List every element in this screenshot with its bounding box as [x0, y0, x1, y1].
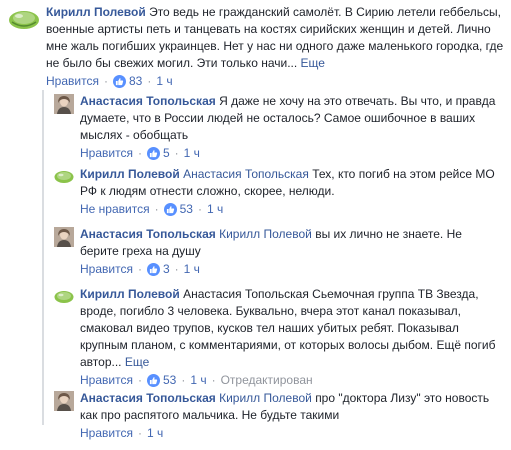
reply-item: Кирилл Полевой Анастасия Топольская Тех,… [54, 166, 504, 218]
like-button[interactable]: Нравится [80, 145, 133, 162]
reply-body: Анастасия Топольская Кирилл Полевой про … [80, 390, 504, 442]
green-leaf-avatar-icon[interactable] [54, 167, 74, 187]
separator-dot: · [197, 202, 202, 216]
comment-author-link[interactable]: Анастасия Топольская [80, 227, 216, 241]
tagged-user-link[interactable]: Анастасия Топольская [183, 167, 309, 181]
thumbs-up-icon [163, 203, 177, 216]
reply-item: Кирилл Полевой Анастасия Топольская Сьем… [54, 286, 504, 389]
separator-dot: · [137, 146, 142, 160]
separator-dot: · [137, 262, 142, 276]
reply-item: Анастасия Топольская Кирилл Полевой вы и… [54, 226, 504, 278]
reaction-count[interactable]: 5 [163, 145, 170, 162]
tagged-user-link[interactable]: Кирилл Полевой [219, 227, 312, 241]
like-button[interactable]: Нравится [80, 261, 133, 278]
woman-photo-avatar-icon[interactable] [54, 391, 74, 411]
tagged-user-link[interactable]: Кирилл Полевой [219, 391, 312, 405]
like-button[interactable]: Нравится [80, 425, 133, 442]
green-leaf-avatar-icon[interactable] [54, 287, 74, 307]
comment-actions: Не нравится · 53 · 1 ч [80, 201, 504, 218]
reply-body: Анастасия Топольская Кирилл Полевой вы и… [80, 226, 504, 278]
like-button[interactable]: Нравится [80, 372, 133, 389]
reply-item: Анастасия Топольская Кирилл Полевой про … [54, 390, 504, 442]
woman-photo-avatar-icon[interactable] [54, 94, 74, 114]
thumbs-up-icon [146, 263, 160, 276]
see-more-link[interactable]: Еще [125, 355, 149, 369]
comment-timestamp[interactable]: 1 ч [147, 425, 163, 442]
woman-photo-avatar-icon[interactable] [54, 227, 74, 247]
separator-dot: · [174, 262, 179, 276]
see-more-link[interactable]: Еще [301, 56, 325, 70]
unlike-button[interactable]: Не нравится [80, 201, 150, 218]
comment-author-link[interactable]: Анастасия Топольская [80, 391, 216, 405]
reply-thread-line [42, 90, 44, 425]
comment-author-link[interactable]: Кирилл Полевой [80, 287, 180, 301]
separator-dot: · [137, 373, 142, 387]
comment-actions: Нравится · 1 ч [80, 425, 504, 442]
reply-body: Кирилл Полевой Анастасия Топольская Сьем… [80, 286, 504, 389]
separator-dot: · [103, 74, 108, 88]
thumbs-up-icon [146, 374, 160, 387]
reaction-count[interactable]: 53 [180, 201, 193, 218]
comment-actions: Нравится · 53 · 1 ч · Отредактирован [80, 372, 504, 389]
thumbs-up-icon [146, 147, 160, 160]
comment-author-link[interactable]: Кирилл Полевой [46, 5, 146, 19]
comment-timestamp[interactable]: 1 ч [156, 73, 172, 90]
thumbs-up-icon [112, 75, 126, 88]
comment-timestamp[interactable]: 1 ч [190, 372, 206, 389]
separator-dot: · [154, 202, 159, 216]
reply-body: Анастасия Топольская Я даже не хочу на э… [80, 93, 504, 162]
comment-author-link[interactable]: Кирилл Полевой [80, 167, 180, 181]
reaction-count[interactable]: 3 [163, 261, 170, 278]
separator-dot: · [147, 74, 152, 88]
reaction-count[interactable]: 53 [163, 372, 176, 389]
comment-actions: Нравится · 3 · 1 ч [80, 261, 504, 278]
comment-author-link[interactable]: Анастасия Топольская [80, 94, 216, 108]
comment-item: Кирилл Полевой Это ведь не гражданский с… [8, 4, 504, 90]
comment-timestamp[interactable]: 1 ч [184, 261, 200, 278]
reply-body: Кирилл Полевой Анастасия Топольская Тех,… [80, 166, 504, 218]
reaction-count[interactable]: 83 [129, 73, 142, 90]
reply-item: Анастасия Топольская Я даже не хочу на э… [54, 93, 504, 162]
comment-actions: Нравится · 5 · 1 ч [80, 145, 504, 162]
separator-dot: · [211, 373, 216, 387]
green-leaf-avatar-icon[interactable] [8, 4, 40, 36]
comment-timestamp[interactable]: 1 ч [207, 201, 223, 218]
comment-timestamp[interactable]: 1 ч [184, 145, 200, 162]
separator-dot: · [137, 426, 142, 440]
comment-actions: Нравится · 83 · 1 ч [46, 73, 504, 90]
like-button[interactable]: Нравится [46, 73, 99, 90]
separator-dot: · [181, 373, 186, 387]
separator-dot: · [174, 146, 179, 160]
edited-label[interactable]: Отредактирован [221, 372, 313, 389]
comment-body: Кирилл Полевой Это ведь не гражданский с… [46, 4, 504, 90]
